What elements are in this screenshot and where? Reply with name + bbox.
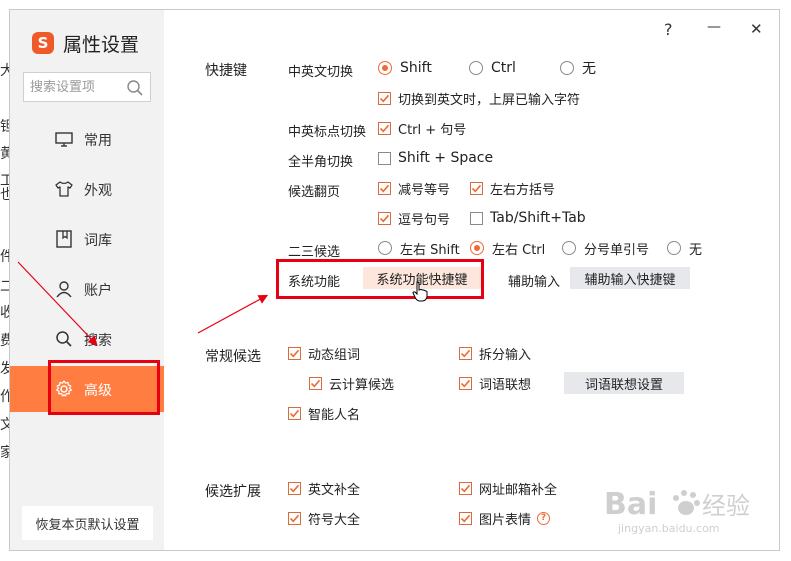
svg-text:jingyan.baidu.com: jingyan.baidu.com [617,522,720,535]
checkbox-unchecked-icon [470,211,483,225]
radio-cn-en-shift[interactable]: Shift [378,59,432,77]
checkbox-shift-space[interactable]: Shift + Space [378,149,493,167]
checkbox-checked-icon [288,511,301,525]
sidebar-item-appearance[interactable]: 外观 [10,167,164,211]
checkbox-checked-icon [378,91,391,105]
checkbox-checked-icon [309,376,322,390]
checkbox-checked-icon [378,181,391,195]
app-header: S 属性设置 [32,30,139,56]
row-label-second-third: 二三候选 [288,245,341,260]
checkbox-smart-names[interactable]: 智能人名 [288,404,360,423]
checkbox-checked-icon [459,376,472,390]
checkbox-word-association[interactable]: 词语联想 [459,374,531,393]
checkbox-split-input[interactable]: 拆分输入 [459,344,531,363]
sogou-logo-icon: S [32,32,54,54]
row-label-width-switch: 全半角切换 [288,155,354,170]
row-label-page-turn: 候选翻页 [288,185,341,200]
checkbox-checked-icon [470,181,483,195]
checkbox-symbol-collection[interactable]: 符号大全 [288,509,360,528]
sidebar-item-label: 常用 [84,133,112,149]
sidebar-item-common[interactable]: 常用 [10,117,164,161]
checkbox-checked-icon [288,406,301,420]
radio-button-icon [667,241,681,255]
shirt-icon [55,181,73,197]
sidebar-item-label: 搜索 [84,333,112,349]
checkbox-checked-icon [378,211,391,225]
annotation-highlight-system-shortcut [276,259,484,299]
monitor-icon [55,132,73,147]
checkbox-commit-on-switch[interactable]: 切换到英文时，上屏已输入字符 [378,89,580,108]
baidu-jingyan-watermark: Bai 经验 jingyan.baidu.com [604,487,750,535]
checkbox-image-emoji[interactable]: 图片表情 ? [459,509,551,528]
app-title: 属性设置 [63,33,140,56]
aux-input-shortcut-button[interactable]: 辅助输入快捷键 [570,267,690,289]
section-label-candidate-ext: 候选扩展 [205,484,261,500]
sidebar: S 属性设置 常用 外观 [10,10,164,550]
checkbox-checked-icon [288,481,301,495]
radio-left-right-shift[interactable]: 左右 Shift [378,239,460,258]
paw-icon [673,490,700,515]
radio-none[interactable]: 无 [667,239,702,258]
reset-defaults-button[interactable]: 恢复本页默认设置 [22,506,153,540]
radio-semicolon-quote[interactable]: 分号单引号 [562,239,649,258]
radio-button-icon [562,241,576,255]
annotation-highlight-advanced [48,360,160,415]
radio-cn-en-ctrl[interactable]: Ctrl [469,59,516,77]
radio-button-icon [560,61,574,75]
sidebar-item-label: 外观 [84,183,112,199]
user-icon [56,281,72,298]
section-label-regular-candidates: 常规候选 [205,349,261,365]
checkbox-tab[interactable]: Tab/Shift+Tab [470,209,586,227]
row-label-aux-input: 辅助输入 [508,275,561,290]
checkbox-checked-icon [459,481,472,495]
sidebar-item-search[interactable]: 搜索 [10,317,164,361]
sidebar-item-label: 词库 [84,233,112,249]
minimize-button[interactable]: — [707,19,721,35]
search-input[interactable] [30,77,126,97]
checkbox-checked-icon [459,511,472,525]
radio-button-icon [378,241,392,255]
row-label-punct-switch: 中英标点切换 [288,125,367,140]
svg-text:Bai: Bai [604,487,657,522]
checkbox-cloud-candidates[interactable]: 云计算候选 [309,374,394,393]
sidebar-item-account[interactable]: 账户 [10,267,164,311]
help-circle-icon[interactable]: ? [537,511,551,525]
checkbox-dynamic-phrase[interactable]: 动态组词 [288,344,360,363]
checkbox-checked-icon [459,346,472,360]
search-icon [56,331,72,347]
settings-search[interactable] [23,72,151,102]
radio-button-icon [469,61,483,75]
row-label-cn-en-switch: 中英文切换 [288,65,354,80]
checkbox-comma-period[interactable]: 逗号句号 [378,209,450,228]
checkbox-checked-icon [288,346,301,360]
svg-text:经验: 经验 [702,492,750,520]
checkbox-url-email-complete[interactable]: 网址邮箱补全 [459,479,557,498]
close-button[interactable]: ✕ [750,20,763,38]
checkbox-brackets[interactable]: 左右方括号 [470,179,555,198]
radio-button-icon [470,241,484,255]
word-association-settings-button[interactable]: 词语联想设置 [564,372,684,394]
book-icon [56,230,72,248]
checkbox-minus-equal[interactable]: 减号等号 [378,179,450,198]
section-label-shortcuts: 快捷键 [205,63,247,79]
checkbox-ctrl-period[interactable]: Ctrl + 句号 [378,119,466,138]
radio-left-right-ctrl[interactable]: 左右 Ctrl [470,239,545,258]
sidebar-item-label: 账户 [84,283,112,299]
radio-button-icon [378,61,392,75]
checkbox-unchecked-icon [378,151,391,165]
help-button[interactable]: ? [664,20,673,39]
radio-cn-en-none[interactable]: 无 [560,59,596,77]
sidebar-item-dictionary[interactable]: 词库 [10,217,164,261]
checkbox-english-complete[interactable]: 英文补全 [288,479,360,498]
search-icon[interactable] [126,79,144,97]
checkbox-checked-icon [378,121,391,135]
